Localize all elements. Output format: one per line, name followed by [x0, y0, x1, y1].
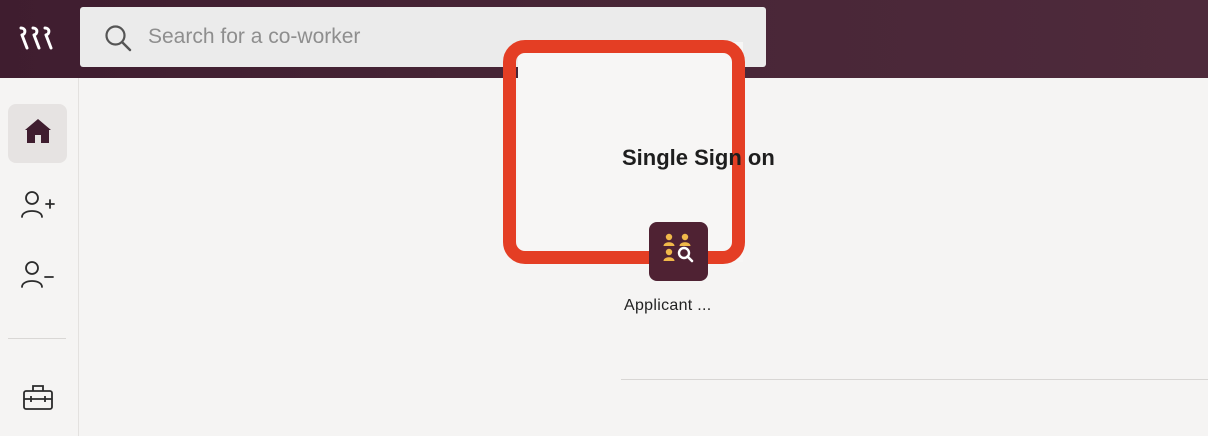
sidebar-item-remove-person[interactable] [8, 248, 67, 307]
app-tile-applicant[interactable] [649, 222, 708, 281]
app-label-applicant[interactable]: Applicant ... [624, 297, 744, 315]
person-add-icon [20, 189, 56, 226]
sidebar-item-toolbox[interactable] [8, 370, 67, 429]
sidebar-item-home[interactable] [8, 104, 67, 163]
section-divider [621, 379, 1208, 380]
toolbox-icon [21, 382, 55, 417]
section-title: Single Sign on [622, 145, 775, 170]
person-remove-icon [20, 259, 56, 296]
sidebar-item-add-person[interactable] [8, 178, 67, 237]
applicant-search-icon [661, 231, 697, 272]
home-icon [23, 117, 53, 150]
workspace-logo-icon[interactable] [18, 24, 60, 54]
sidebar [0, 78, 79, 436]
sidebar-divider [8, 338, 66, 339]
search-icon [104, 24, 132, 52]
